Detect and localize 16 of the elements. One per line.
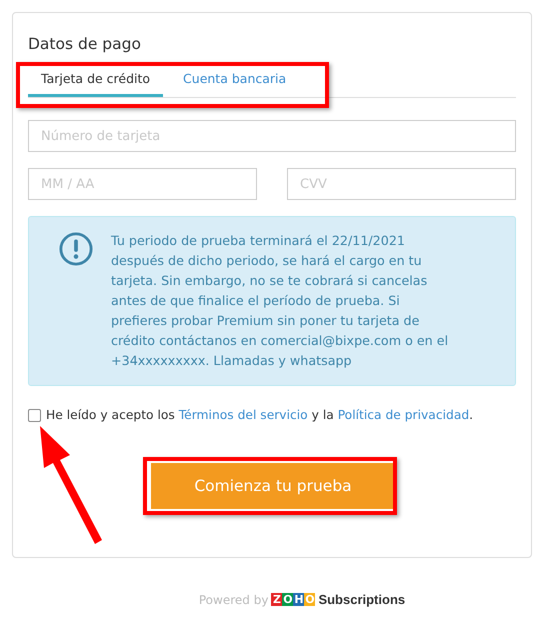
powered-by-text: Powered by xyxy=(198,592,268,606)
logo-letter: H xyxy=(293,593,304,606)
checkbox[interactable] xyxy=(28,408,41,422)
logo-letter: O xyxy=(304,593,316,606)
product-name: Subscriptions xyxy=(318,592,406,607)
tab[interactable]: Tarjeta de crédito xyxy=(28,65,164,97)
exclamation-icon xyxy=(59,232,93,266)
tab[interactable]: Cuenta bancaria xyxy=(170,65,300,97)
notice-text: Tu periodo de prueba terminará el 22/11/2021 después de dicho periodo, se hará el cargo en tu tarjeta. Sin embargo, no se te cobrará si cancelas antes de que finalice el período de prueba. Si prefieres probar Premium sin poner tu tarjeta de crédito contáctanos en comercial@bixpe.com o en el +34xxxxxxxxx. Llamadas y whatsapp xyxy=(111,232,448,370)
section-title: Datos de pago xyxy=(28,35,142,53)
link[interactable]: Política de privacidad xyxy=(338,408,470,422)
consent-text: He leído y acepto los Términos del servicio y la Política de privacidad. xyxy=(46,408,474,422)
logo-letter: Z xyxy=(271,593,282,606)
start-trial-button[interactable]: Comienza tu prueba xyxy=(151,463,395,509)
logo-letter: O xyxy=(282,593,294,606)
link[interactable]: Términos del servicio xyxy=(178,408,308,422)
